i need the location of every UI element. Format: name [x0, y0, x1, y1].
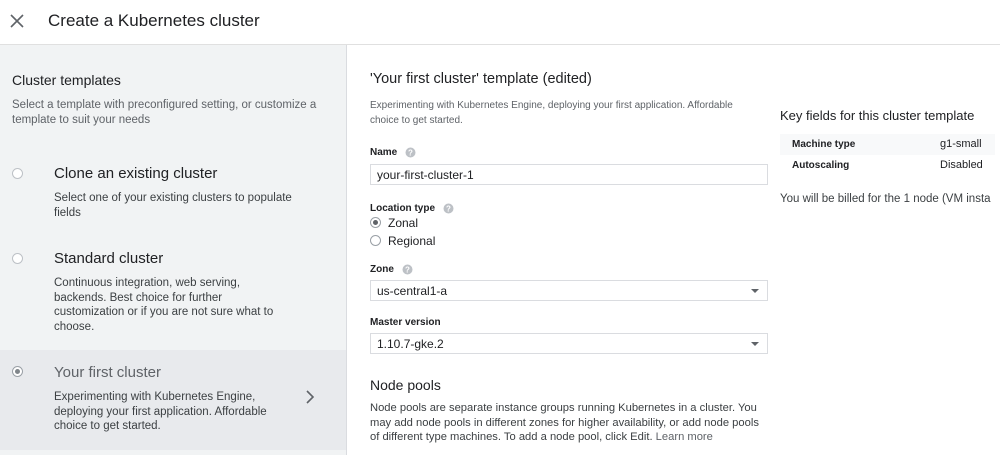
svg-text:?: ? [408, 149, 413, 158]
option-label: Zonal [388, 216, 419, 230]
zone-value: us-central1-a [377, 284, 448, 298]
table-row: Machine type g1-small [780, 134, 995, 155]
help-icon[interactable]: ? [402, 264, 413, 275]
key-fields-title: Key fields for this cluster template [780, 108, 975, 123]
dropdown-arrow-icon [751, 342, 759, 346]
location-zonal-option[interactable]: Zonal [370, 216, 418, 230]
master-version-select[interactable]: 1.10.7-gke.2 [370, 333, 768, 354]
help-icon[interactable]: ? [405, 147, 416, 158]
radio-regional[interactable] [370, 235, 381, 246]
template-radio[interactable] [12, 253, 23, 264]
location-regional-option[interactable]: Regional [370, 234, 435, 248]
template-your-first-cluster[interactable]: Your first cluster Experimenting with Ku… [0, 350, 346, 450]
close-icon[interactable] [10, 14, 24, 28]
chevron-right-icon [306, 390, 315, 404]
master-version-label: Master version [370, 317, 441, 328]
location-type-label-text: Location type [370, 203, 436, 215]
template-clone-existing[interactable]: Clone an existing cluster Select one of … [0, 155, 346, 235]
zone-label: Zone ? [370, 264, 413, 275]
form-description: Experimenting with Kubernetes Engine, de… [370, 100, 733, 126]
templates-title: Cluster templates [12, 72, 121, 88]
master-version-value: 1.10.7-gke.2 [377, 337, 444, 351]
close-button[interactable] [6, 10, 28, 32]
key-value: Disabled [940, 159, 983, 171]
node-pools-description: Node pools are separate instance groups … [370, 401, 765, 445]
help-icon[interactable]: ? [443, 203, 454, 214]
zone-label-text: Zone [370, 264, 394, 276]
dialog-header: Create a Kubernetes cluster [0, 0, 1000, 45]
template-title: Your first cluster [54, 364, 161, 381]
name-label: Name ? [370, 147, 416, 158]
key-fields-panel: Key fields for this cluster template Mac… [780, 45, 1000, 455]
name-field[interactable] [370, 164, 768, 185]
table-row: Autoscaling Disabled [780, 155, 995, 176]
name-label-text: Name [370, 147, 398, 159]
key-label: Machine type [792, 139, 856, 150]
zone-select[interactable]: us-central1-a [370, 280, 768, 301]
template-radio[interactable] [12, 366, 23, 377]
template-standard-cluster[interactable]: Standard cluster Continuous integration,… [0, 240, 346, 345]
template-description: Select one of your existing clusters to … [54, 192, 292, 219]
dropdown-arrow-icon [751, 289, 759, 293]
page-title: Create a Kubernetes cluster [48, 11, 260, 30]
key-fields-table: Machine type g1-small Autoscaling Disabl… [780, 134, 995, 176]
template-description: Continuous integration, web serving, bac… [54, 277, 274, 333]
key-label: Autoscaling [792, 160, 850, 171]
option-label: Regional [388, 234, 436, 248]
billing-note: You will be billed for the 1 node (VM in… [780, 193, 991, 205]
key-value: g1-small [940, 138, 982, 150]
template-radio[interactable] [12, 168, 23, 179]
templates-description: Select a template with preconfigured set… [12, 99, 317, 126]
radio-zonal[interactable] [370, 217, 381, 228]
template-description: Experimenting with Kubernetes Engine, de… [54, 391, 267, 432]
form-title: 'Your first cluster' template (edited) [370, 71, 592, 87]
svg-text:?: ? [446, 205, 451, 214]
svg-text:?: ? [405, 266, 410, 275]
template-title: Standard cluster [54, 250, 164, 267]
learn-more-link[interactable]: Learn more [656, 431, 713, 443]
cluster-templates-panel: Cluster templates Select a template with… [0, 45, 347, 455]
location-type-label: Location type ? [370, 203, 454, 214]
template-title: Clone an existing cluster [54, 165, 218, 182]
node-pools-title: Node pools [370, 377, 441, 393]
